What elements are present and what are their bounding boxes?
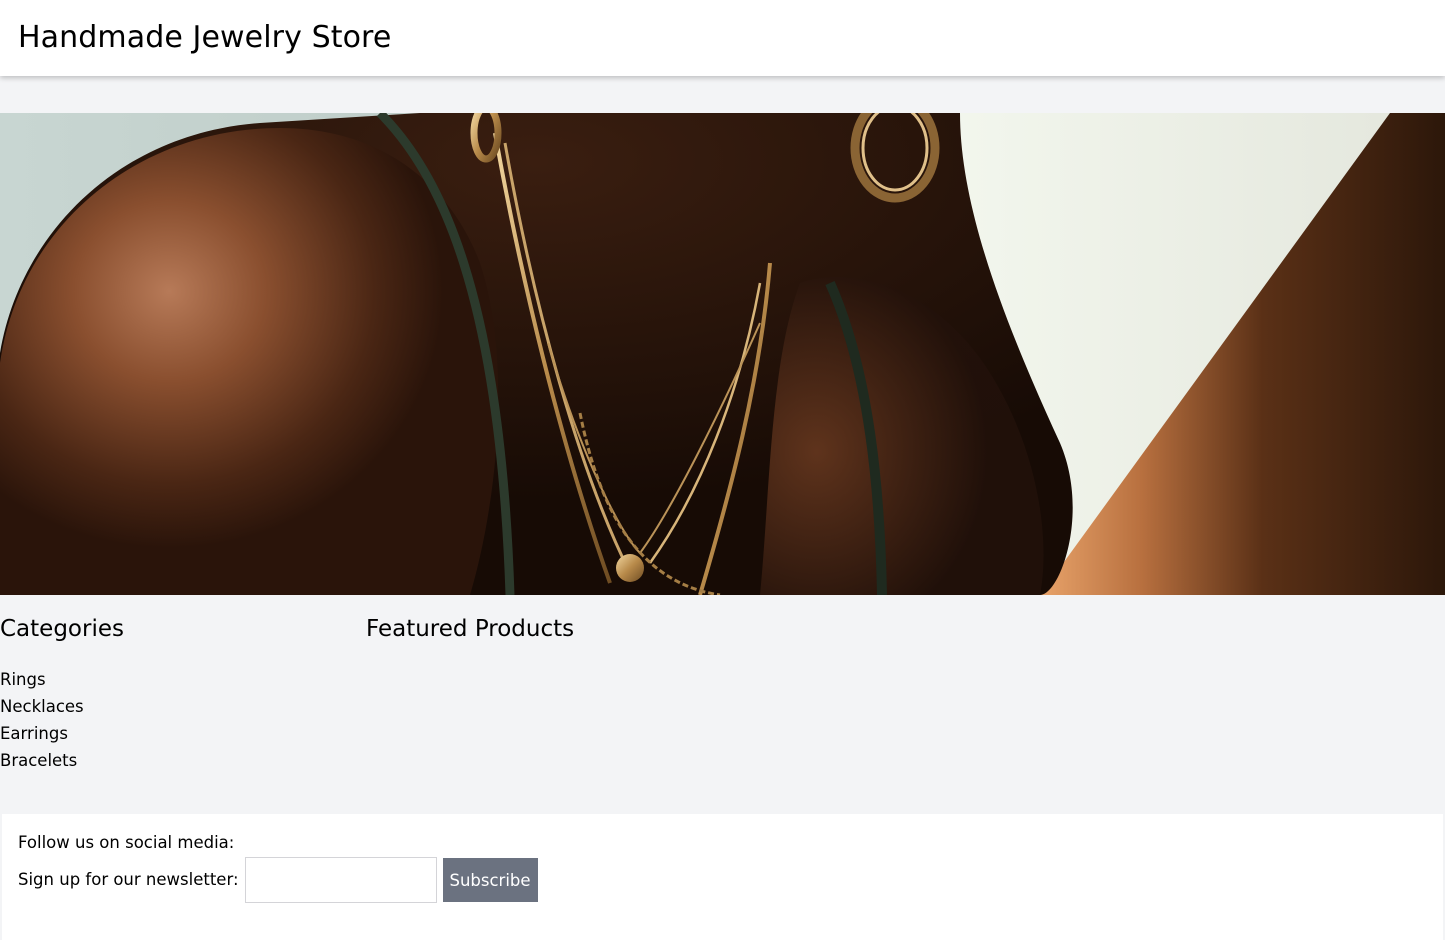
newsletter-label: Sign up for our newsletter:	[18, 870, 239, 889]
category-list: Rings Necklaces Earrings Bracelets	[0, 666, 340, 774]
categories-heading: Categories	[0, 616, 124, 642]
category-item-earrings[interactable]: Earrings	[0, 720, 340, 747]
featured-products-heading: Featured Products	[366, 616, 575, 642]
site-header: Handmade Jewelry Store	[0, 0, 1445, 76]
newsletter-form: Sign up for our newsletter: Subscribe	[18, 857, 538, 903]
hero-image	[0, 113, 1445, 595]
site-footer: Follow us on social media: Sign up for o…	[2, 814, 1443, 940]
featured-products-section: Featured Products	[366, 612, 574, 646]
subscribe-button[interactable]: Subscribe	[442, 858, 538, 902]
category-item-bracelets[interactable]: Bracelets	[0, 747, 340, 774]
site-title: Handmade Jewelry Store	[18, 20, 392, 55]
category-item-rings[interactable]: Rings	[0, 666, 340, 693]
social-media-text: Follow us on social media:	[18, 833, 235, 852]
newsletter-email-input[interactable]	[244, 857, 437, 903]
category-item-necklaces[interactable]: Necklaces	[0, 693, 340, 720]
categories-sidebar: Categories Rings Necklaces Earrings Brac…	[0, 612, 340, 774]
hero-photo	[0, 113, 1445, 595]
